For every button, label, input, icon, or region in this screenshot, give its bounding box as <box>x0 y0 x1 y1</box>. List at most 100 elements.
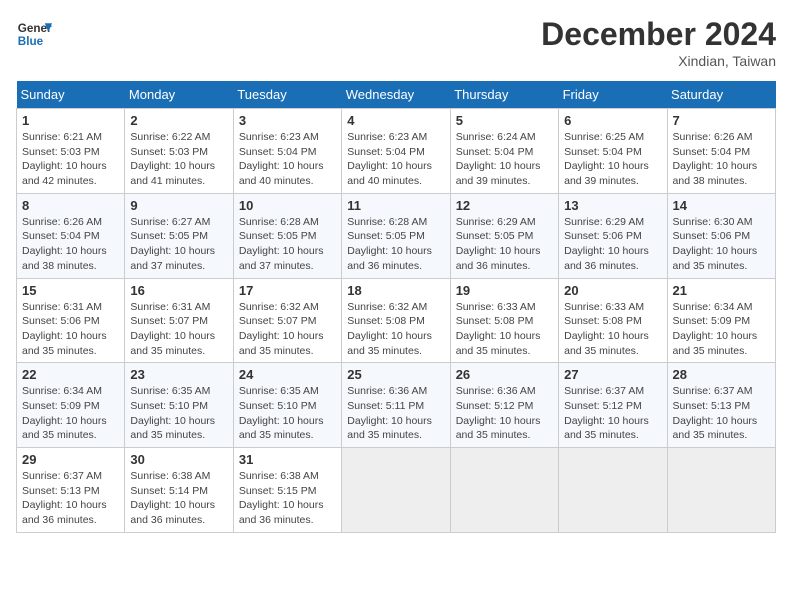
day-info: Sunrise: 6:35 AMSunset: 5:10 PMDaylight:… <box>239 384 336 443</box>
day-info: Sunrise: 6:27 AMSunset: 5:05 PMDaylight:… <box>130 215 227 274</box>
day-number: 3 <box>239 113 336 128</box>
table-row: 7Sunrise: 6:26 AMSunset: 5:04 PMDaylight… <box>667 109 775 194</box>
table-row: 25 Sunrise: 6:36 AMSunset: 5:11 PMDayligh… <box>342 363 450 448</box>
day-info: Sunrise: 6:31 AMSunset: 5:06 PMDaylight:… <box>22 300 119 359</box>
col-thursday: Thursday <box>450 81 558 109</box>
day-number: 25 <box>347 367 444 382</box>
location: Xindian, Taiwan <box>541 53 776 69</box>
day-info: Sunrise: 6:30 AMSunset: 5:06 PMDaylight:… <box>673 215 770 274</box>
day-info: Sunrise: 6:24 AMSunset: 5:04 PMDaylight:… <box>456 130 553 189</box>
day-info: Sunrise: 6:33 AMSunset: 5:08 PMDaylight:… <box>564 300 661 359</box>
day-number: 30 <box>130 452 227 467</box>
col-wednesday: Wednesday <box>342 81 450 109</box>
day-info: Sunrise: 6:32 AMSunset: 5:07 PMDaylight:… <box>239 300 336 359</box>
logo-icon: General Blue <box>16 16 52 52</box>
calendar-week-row: 8 Sunrise: 6:26 AMSunset: 5:04 PMDaylight… <box>17 193 776 278</box>
day-info: Sunrise: 6:32 AMSunset: 5:08 PMDaylight:… <box>347 300 444 359</box>
day-number: 29 <box>22 452 119 467</box>
day-info: Sunrise: 6:34 AMSunset: 5:09 PMDaylight:… <box>22 384 119 443</box>
col-friday: Friday <box>559 81 667 109</box>
table-row: 1 Sunrise: 6:21 AMSunset: 5:03 PMDaylight… <box>17 109 125 194</box>
table-row: 9 Sunrise: 6:27 AMSunset: 5:05 PMDaylight… <box>125 193 233 278</box>
day-number: 27 <box>564 367 661 382</box>
table-row: 23 Sunrise: 6:35 AMSunset: 5:10 PMDayligh… <box>125 363 233 448</box>
logo: General Blue <box>16 16 52 52</box>
day-info: Sunrise: 6:25 AMSunset: 5:04 PMDaylight:… <box>564 130 661 189</box>
table-row: 8 Sunrise: 6:26 AMSunset: 5:04 PMDaylight… <box>17 193 125 278</box>
calendar-week-row: 1 Sunrise: 6:21 AMSunset: 5:03 PMDaylight… <box>17 109 776 194</box>
calendar-week-row: 29 Sunrise: 6:37 AMSunset: 5:13 PMDayligh… <box>17 448 776 533</box>
calendar-week-row: 15 Sunrise: 6:31 AMSunset: 5:06 PMDayligh… <box>17 278 776 363</box>
table-row: 16 Sunrise: 6:31 AMSunset: 5:07 PMDayligh… <box>125 278 233 363</box>
day-number: 15 <box>22 283 119 298</box>
day-number: 8 <box>22 198 119 213</box>
table-row: 30 Sunrise: 6:38 AMSunset: 5:14 PMDayligh… <box>125 448 233 533</box>
svg-text:Blue: Blue <box>18 35 44 48</box>
day-number: 17 <box>239 283 336 298</box>
day-info: Sunrise: 6:36 AMSunset: 5:11 PMDaylight:… <box>347 384 444 443</box>
day-info: Sunrise: 6:37 AMSunset: 5:13 PMDaylight:… <box>673 384 770 443</box>
table-row: 17 Sunrise: 6:32 AMSunset: 5:07 PMDayligh… <box>233 278 341 363</box>
calendar-header-row: Sunday Monday Tuesday Wednesday Thursday… <box>17 81 776 109</box>
day-info: Sunrise: 6:28 AMSunset: 5:05 PMDaylight:… <box>239 215 336 274</box>
day-number: 11 <box>347 198 444 213</box>
day-number: 23 <box>130 367 227 382</box>
day-info: Sunrise: 6:28 AMSunset: 5:05 PMDaylight:… <box>347 215 444 274</box>
day-info: Sunrise: 6:34 AMSunset: 5:09 PMDaylight:… <box>673 300 770 359</box>
day-info: Sunrise: 6:36 AMSunset: 5:12 PMDaylight:… <box>456 384 553 443</box>
page-header: General Blue December 2024 Xindian, Taiw… <box>16 16 776 69</box>
day-number: 5 <box>456 113 553 128</box>
col-sunday: Sunday <box>17 81 125 109</box>
day-info: Sunrise: 6:22 AMSunset: 5:03 PMDaylight:… <box>130 130 227 189</box>
table-row: 19Sunrise: 6:33 AMSunset: 5:08 PMDayligh… <box>450 278 558 363</box>
table-row <box>342 448 450 533</box>
day-number: 26 <box>456 367 553 382</box>
day-info: Sunrise: 6:37 AMSunset: 5:12 PMDaylight:… <box>564 384 661 443</box>
col-monday: Monday <box>125 81 233 109</box>
col-saturday: Saturday <box>667 81 775 109</box>
table-row: 6Sunrise: 6:25 AMSunset: 5:04 PMDaylight… <box>559 109 667 194</box>
day-info: Sunrise: 6:23 AMSunset: 5:04 PMDaylight:… <box>239 130 336 189</box>
day-info: Sunrise: 6:21 AMSunset: 5:03 PMDaylight:… <box>22 130 119 189</box>
day-info: Sunrise: 6:26 AMSunset: 5:04 PMDaylight:… <box>22 215 119 274</box>
table-row: 22 Sunrise: 6:34 AMSunset: 5:09 PMDayligh… <box>17 363 125 448</box>
table-row: 10 Sunrise: 6:28 AMSunset: 5:05 PMDayligh… <box>233 193 341 278</box>
table-row: 20Sunrise: 6:33 AMSunset: 5:08 PMDayligh… <box>559 278 667 363</box>
table-row <box>450 448 558 533</box>
day-number: 10 <box>239 198 336 213</box>
day-number: 16 <box>130 283 227 298</box>
day-info: Sunrise: 6:38 AMSunset: 5:14 PMDaylight:… <box>130 469 227 528</box>
table-row: 28 Sunrise: 6:37 AMSunset: 5:13 PMDayligh… <box>667 363 775 448</box>
day-number: 18 <box>347 283 444 298</box>
table-row: 2 Sunrise: 6:22 AMSunset: 5:03 PMDaylight… <box>125 109 233 194</box>
day-number: 9 <box>130 198 227 213</box>
day-info: Sunrise: 6:35 AMSunset: 5:10 PMDaylight:… <box>130 384 227 443</box>
table-row <box>667 448 775 533</box>
day-info: Sunrise: 6:31 AMSunset: 5:07 PMDaylight:… <box>130 300 227 359</box>
table-row: 3 Sunrise: 6:23 AMSunset: 5:04 PMDaylight… <box>233 109 341 194</box>
day-number: 14 <box>673 198 770 213</box>
day-info: Sunrise: 6:23 AMSunset: 5:04 PMDaylight:… <box>347 130 444 189</box>
table-row: 11 Sunrise: 6:28 AMSunset: 5:05 PMDayligh… <box>342 193 450 278</box>
day-number: 19 <box>456 283 553 298</box>
day-number: 4 <box>347 113 444 128</box>
day-info: Sunrise: 6:29 AMSunset: 5:05 PMDaylight:… <box>456 215 553 274</box>
day-number: 24 <box>239 367 336 382</box>
table-row: 21 Sunrise: 6:34 AMSunset: 5:09 PMDayligh… <box>667 278 775 363</box>
day-number: 22 <box>22 367 119 382</box>
table-row: 26 Sunrise: 6:36 AMSunset: 5:12 PMDayligh… <box>450 363 558 448</box>
table-row: 18 Sunrise: 6:32 AMSunset: 5:08 PMDayligh… <box>342 278 450 363</box>
month-title: December 2024 <box>541 16 776 53</box>
day-number: 13 <box>564 198 661 213</box>
table-row: 31Sunrise: 6:38 AMSunset: 5:15 PMDayligh… <box>233 448 341 533</box>
day-number: 2 <box>130 113 227 128</box>
table-row: 15 Sunrise: 6:31 AMSunset: 5:06 PMDayligh… <box>17 278 125 363</box>
day-number: 21 <box>673 283 770 298</box>
day-info: Sunrise: 6:29 AMSunset: 5:06 PMDaylight:… <box>564 215 661 274</box>
table-row: 29 Sunrise: 6:37 AMSunset: 5:13 PMDayligh… <box>17 448 125 533</box>
table-row: 4 Sunrise: 6:23 AMSunset: 5:04 PMDaylight… <box>342 109 450 194</box>
day-info: Sunrise: 6:37 AMSunset: 5:13 PMDaylight:… <box>22 469 119 528</box>
day-info: Sunrise: 6:26 AMSunset: 5:04 PMDaylight:… <box>673 130 770 189</box>
day-number: 28 <box>673 367 770 382</box>
day-number: 1 <box>22 113 119 128</box>
